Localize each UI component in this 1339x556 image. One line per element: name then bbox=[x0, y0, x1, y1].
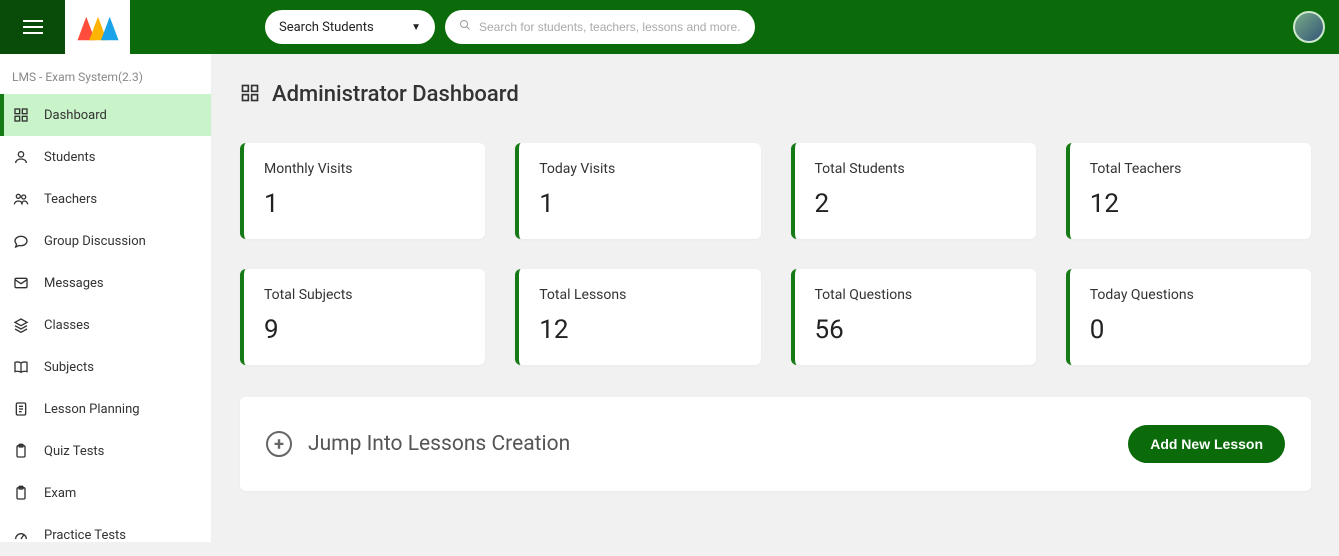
search-input-wrap bbox=[445, 10, 755, 44]
topbar: Search Students ▼ bbox=[0, 0, 1339, 54]
sidebar-item-dashboard[interactable]: Dashboard bbox=[0, 94, 211, 136]
stat-total-lessons: Total Lessons 12 bbox=[515, 269, 760, 365]
menu-icon bbox=[23, 15, 43, 40]
hamburger-button[interactable] bbox=[0, 0, 65, 54]
mail-icon bbox=[12, 274, 30, 292]
cta-card: + Jump Into Lessons Creation Add New Les… bbox=[240, 397, 1311, 491]
clipboard-icon bbox=[12, 484, 30, 502]
sidebar-item-label: Teachers bbox=[44, 192, 97, 207]
sidebar-item-label: Classes bbox=[44, 318, 90, 333]
plus-circle-icon: + bbox=[266, 431, 292, 457]
avatar[interactable] bbox=[1293, 11, 1325, 43]
stat-label: Total Lessons bbox=[539, 287, 740, 303]
page-title: Administrator Dashboard bbox=[272, 82, 519, 107]
gauge-icon bbox=[12, 526, 30, 544]
grid-icon bbox=[240, 83, 260, 107]
stat-label: Monthly Visits bbox=[264, 161, 465, 177]
people-icon bbox=[12, 190, 30, 208]
sidebar-item-group-discussion[interactable]: Group Discussion bbox=[0, 220, 211, 262]
cta-left: + Jump Into Lessons Creation bbox=[266, 431, 570, 457]
sidebar-item-label: Group Discussion bbox=[44, 234, 146, 249]
person-icon bbox=[12, 148, 30, 166]
sidebar-item-teachers[interactable]: Teachers bbox=[0, 178, 211, 220]
stat-label: Today Visits bbox=[539, 161, 740, 177]
sidebar-item-classes[interactable]: Classes bbox=[0, 304, 211, 346]
page-title-row: Administrator Dashboard bbox=[240, 82, 1311, 107]
layers-icon bbox=[12, 316, 30, 334]
sidebar-item-practice-tests[interactable]: Practice Tests bbox=[0, 514, 211, 556]
book-icon bbox=[12, 358, 30, 376]
sidebar-item-messages[interactable]: Messages bbox=[0, 262, 211, 304]
caret-down-icon: ▼ bbox=[411, 22, 421, 33]
search-category-dropdown[interactable]: Search Students ▼ bbox=[265, 10, 435, 44]
note-icon bbox=[12, 400, 30, 418]
sidebar-item-subjects[interactable]: Subjects bbox=[0, 346, 211, 388]
stat-value: 9 bbox=[264, 315, 465, 345]
sidebar-item-students[interactable]: Students bbox=[0, 136, 211, 178]
sidebar-item-label: Lesson Planning bbox=[44, 402, 140, 417]
stat-label: Total Subjects bbox=[264, 287, 465, 303]
stat-total-students: Total Students 2 bbox=[791, 143, 1036, 239]
stats-grid: Monthly Visits 1 Today Visits 1 Total St… bbox=[240, 143, 1311, 365]
stat-label: Today Questions bbox=[1090, 287, 1291, 303]
stat-label: Total Questions bbox=[815, 287, 1016, 303]
sidebar: LMS - Exam System(2.3) Dashboard Student… bbox=[0, 54, 212, 542]
stat-total-teachers: Total Teachers 12 bbox=[1066, 143, 1311, 239]
search-icon bbox=[459, 19, 471, 35]
stat-today-visits: Today Visits 1 bbox=[515, 143, 760, 239]
sidebar-item-label: Subjects bbox=[44, 360, 94, 375]
stat-value: 1 bbox=[264, 189, 465, 219]
chat-icon bbox=[12, 232, 30, 250]
stat-today-questions: Today Questions 0 bbox=[1066, 269, 1311, 365]
stat-value: 56 bbox=[815, 315, 1016, 345]
main: Administrator Dashboard Monthly Visits 1… bbox=[212, 54, 1339, 542]
search-category-label: Search Students bbox=[279, 20, 374, 35]
logo[interactable] bbox=[65, 0, 130, 54]
add-new-lesson-button[interactable]: Add New Lesson bbox=[1128, 425, 1285, 463]
sidebar-item-lesson-planning[interactable]: Lesson Planning bbox=[0, 388, 211, 430]
sidebar-item-label: Messages bbox=[44, 276, 104, 291]
stat-value: 2 bbox=[815, 189, 1016, 219]
stat-total-subjects: Total Subjects 9 bbox=[240, 269, 485, 365]
sidebar-item-exam[interactable]: Exam bbox=[0, 472, 211, 514]
stat-value: 0 bbox=[1090, 315, 1291, 345]
sidebar-item-label: Students bbox=[44, 150, 96, 165]
sidebar-title: LMS - Exam System(2.3) bbox=[0, 54, 211, 94]
sidebar-item-label: Dashboard bbox=[44, 108, 107, 123]
sidebar-item-label: Quiz Tests bbox=[44, 444, 104, 459]
sidebar-item-quiz-tests[interactable]: Quiz Tests bbox=[0, 430, 211, 472]
clipboard-icon bbox=[12, 442, 30, 460]
grid-icon bbox=[12, 106, 30, 124]
sidebar-item-label: Practice Tests bbox=[44, 528, 126, 543]
cta-text: Jump Into Lessons Creation bbox=[308, 432, 570, 456]
sidebar-item-label: Exam bbox=[44, 486, 76, 501]
stat-label: Total Teachers bbox=[1090, 161, 1291, 177]
stat-value: 1 bbox=[539, 189, 740, 219]
stat-monthly-visits: Monthly Visits 1 bbox=[240, 143, 485, 239]
stat-value: 12 bbox=[539, 315, 740, 345]
stat-label: Total Students bbox=[815, 161, 1016, 177]
search-group: Search Students ▼ bbox=[265, 10, 755, 44]
logo-icon bbox=[76, 12, 120, 42]
stat-value: 12 bbox=[1090, 189, 1291, 219]
stat-total-questions: Total Questions 56 bbox=[791, 269, 1036, 365]
search-input[interactable] bbox=[479, 20, 741, 34]
